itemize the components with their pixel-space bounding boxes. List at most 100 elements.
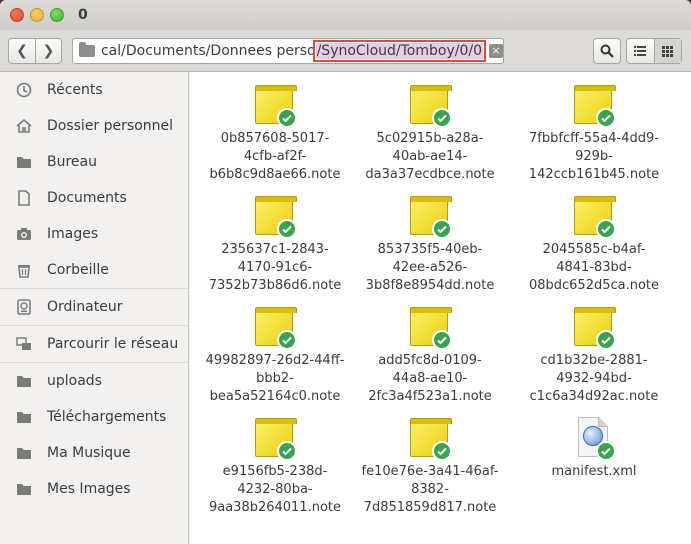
folder-icon <box>79 41 95 57</box>
synced-check-icon <box>277 330 297 350</box>
view-mode-buttons <box>626 38 682 64</box>
file-name: e9156fb5-238d- 4232-80ba- 9aa38b264011.not… <box>208 464 342 515</box>
note-file-icon <box>572 84 616 128</box>
grid-view-button[interactable] <box>653 39 681 63</box>
close-window-button[interactable] <box>10 8 24 22</box>
synced-check-icon <box>596 441 616 461</box>
file-name: add5fc8d-0109- 44a8-ae10- 2fc3a4f523a1.not… <box>368 353 492 404</box>
file-item[interactable]: 2045585c-b4af- 4841-83bd- 08bdc652d5ca.not… <box>524 195 664 295</box>
sidebar-item-trash[interactable]: Corbeille <box>0 252 188 288</box>
sidebar-item-uploads[interactable]: uploads <box>0 363 188 399</box>
file-grid: 0b857608-5017- 4cfb-af2f-b6b8c9d8ae66.not… <box>190 72 691 544</box>
home-icon <box>16 118 32 134</box>
sidebar-item-documents[interactable]: Documents <box>0 180 188 216</box>
search-icon <box>600 44 614 58</box>
sidebar-item-computer[interactable]: Ordinateur <box>0 289 188 325</box>
sidebar-item-label: Téléchargements <box>47 409 167 425</box>
file-name: 853735f5-40eb- 42ee-a526- 3b8f8e8954dd.not… <box>365 242 495 293</box>
file-item[interactable]: cd1b32be-2881- 4932-94bd-c1c6a34d92ac.not… <box>524 306 664 406</box>
clock-icon <box>16 82 32 98</box>
file-name: 49982897-26d2-44ff-bbb2- bea5a52164c0.not… <box>205 353 345 404</box>
file-item[interactable]: 0b857608-5017- 4cfb-af2f-b6b8c9d8ae66.not… <box>205 84 345 184</box>
search-button[interactable] <box>593 38 621 64</box>
note-file-icon <box>408 306 452 350</box>
minimize-window-button[interactable] <box>30 8 44 22</box>
sidebar-item-label: Parcourir le réseau <box>47 336 179 352</box>
sidebar-item-music[interactable]: Ma Musique <box>0 435 188 471</box>
note-file-icon <box>253 306 297 350</box>
chevron-right-icon: ❯ <box>42 42 55 59</box>
file-item[interactable]: add5fc8d-0109- 44a8-ae10- 2fc3a4f523a1.not… <box>360 306 500 406</box>
sidebar-item-network[interactable]: Parcourir le réseau <box>0 326 188 362</box>
folder-icon <box>16 481 32 497</box>
file-manager-window: 0 ❮ ❯ cal/Documents/Donnees perso/SynoCl… <box>0 0 691 544</box>
drive-icon <box>16 299 32 315</box>
file-item[interactable]: manifest.xml <box>524 417 664 481</box>
network-icon <box>16 336 32 352</box>
synced-check-icon <box>277 108 297 128</box>
file-item[interactable]: 853735f5-40eb- 42ee-a526- 3b8f8e8954dd.not… <box>360 195 500 295</box>
clear-path-icon[interactable]: × <box>489 43 503 58</box>
file-item[interactable]: 49982897-26d2-44ff-bbb2- bea5a52164c0.not… <box>205 306 345 406</box>
note-file-icon <box>408 417 452 461</box>
sidebar-item-label: uploads <box>47 373 102 389</box>
sidebar-item-recents[interactable]: Récents <box>0 72 188 108</box>
file-name: 5c02915b-a28a- 40ab-ae14- da3a37ecdbce.not… <box>365 131 495 182</box>
toolbar: ❮ ❯ cal/Documents/Donnees perso/SynoClou… <box>0 30 691 72</box>
path-prefix: cal/Documents/Donnees perso <box>100 42 316 59</box>
folder-icon <box>16 409 32 425</box>
file-item[interactable]: 235637c1-2843- 4170-91c6- 7352b73b86d6.not… <box>205 195 345 295</box>
synced-check-icon <box>596 219 616 239</box>
sidebar-item-label: Dossier personnel <box>47 118 174 134</box>
forward-button[interactable]: ❯ <box>35 38 61 63</box>
sidebar-item-label: Mes Images <box>47 481 131 497</box>
note-file-icon <box>572 306 616 350</box>
path-highlighted-segment: /SynoCloud/Tomboy/0/0 <box>312 39 487 62</box>
file-name: 0b857608-5017- 4cfb-af2f-b6b8c9d8ae66.not… <box>209 131 341 182</box>
sidebar: Récents Dossier personnel Bureau Documen… <box>0 72 189 544</box>
sidebar-item-downloads[interactable]: Téléchargements <box>0 399 188 435</box>
note-file-icon <box>572 195 616 239</box>
grid-view-icon <box>662 45 674 57</box>
file-name: 2045585c-b4af- 4841-83bd- 08bdc652d5ca.not… <box>528 242 660 293</box>
synced-check-icon <box>432 330 452 350</box>
sidebar-item-desktop[interactable]: Bureau <box>0 144 188 180</box>
list-view-icon <box>634 46 647 56</box>
location-path-bar[interactable]: cal/Documents/Donnees perso/SynoCloud/To… <box>72 37 504 64</box>
synced-check-icon <box>432 108 452 128</box>
sidebar-item-pictures[interactable]: Mes Images <box>0 471 188 507</box>
note-file-icon <box>253 195 297 239</box>
synced-check-icon <box>432 219 452 239</box>
sidebar-item-label: Bureau <box>47 154 97 170</box>
back-button[interactable]: ❮ <box>9 39 35 63</box>
list-view-button[interactable] <box>627 39 654 63</box>
file-item[interactable]: 7fbbfcff-55a4-4dd9- 929b- 142ccb161b45.not… <box>524 84 664 184</box>
synced-check-icon <box>432 441 452 461</box>
file-item[interactable]: 5c02915b-a28a- 40ab-ae14- da3a37ecdbce.not… <box>360 84 500 184</box>
file-item[interactable]: e9156fb5-238d- 4232-80ba- 9aa38b264011.not… <box>205 417 345 517</box>
sidebar-item-label: Ma Musique <box>47 445 131 461</box>
document-icon <box>16 190 32 206</box>
note-file-icon <box>253 84 297 128</box>
sidebar-item-label: Récents <box>47 82 103 98</box>
file-name: 235637c1-2843- 4170-91c6- 7352b73b86d6.not… <box>208 242 342 293</box>
sidebar-item-home[interactable]: Dossier personnel <box>0 108 188 144</box>
file-name: cd1b32be-2881- 4932-94bd-c1c6a34d92ac.not… <box>529 353 659 404</box>
file-name: 7fbbfcff-55a4-4dd9- 929b- 142ccb161b45.not… <box>528 131 660 182</box>
sidebar-item-images[interactable]: Images <box>0 216 188 252</box>
note-file-icon <box>253 417 297 461</box>
sidebar-item-label: Corbeille <box>47 262 109 278</box>
synced-check-icon <box>277 441 297 461</box>
trash-icon <box>16 262 32 278</box>
file-name: manifest.xml <box>551 464 637 479</box>
file-item[interactable]: fe10e76e-3a41-46af- 8382- 7d851859d817.not… <box>360 417 500 517</box>
synced-check-icon <box>277 219 297 239</box>
chevron-left-icon: ❮ <box>16 42 28 59</box>
sidebar-item-label: Images <box>47 226 99 242</box>
note-file-icon <box>408 195 452 239</box>
maximize-window-button[interactable] <box>50 8 64 22</box>
camera-icon <box>16 226 32 242</box>
folder-icon <box>16 373 32 389</box>
sidebar-item-label: Ordinateur <box>47 299 123 315</box>
title-bar: 0 <box>0 0 691 30</box>
